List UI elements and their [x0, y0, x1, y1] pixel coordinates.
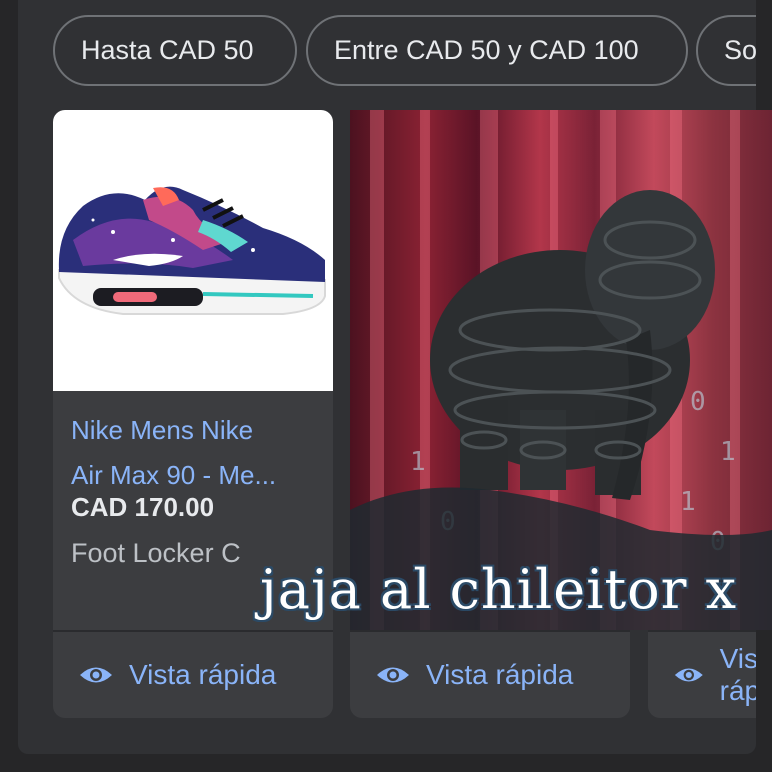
meme-overlay-image: 01 10 10: [350, 110, 772, 630]
svg-text:1: 1: [680, 487, 696, 517]
filter-chip-label: Entre CAD 50 y CAD 100: [334, 35, 639, 65]
quick-view-button[interactable]: Vista rápida: [53, 632, 333, 718]
filter-chip-under-50[interactable]: Hasta CAD 50: [53, 15, 297, 86]
product-title[interactable]: Nike Mens Nike Air Max 90 - Me...: [71, 408, 317, 498]
filter-chip-label: Hasta CAD 50: [81, 35, 254, 65]
quick-view-label: Vista rápida: [129, 659, 277, 690]
meme-caption: jaja al chileitor x: [260, 558, 738, 621]
product-card[interactable]: Nike Mens Nike Air Max 90 - Me... CAD 17…: [53, 110, 333, 718]
eye-icon: [80, 667, 112, 683]
product-title-line1: Nike Mens Nike: [71, 415, 254, 445]
svg-text:1: 1: [410, 447, 426, 477]
quick-view-button[interactable]: Vista rápida: [648, 632, 756, 718]
eye-icon: [377, 667, 409, 683]
svg-text:1: 1: [720, 437, 736, 467]
sneaker-image: [58, 186, 326, 315]
svg-text:0: 0: [690, 387, 706, 417]
quick-view-label: Vista rápida: [719, 643, 756, 706]
filter-chip-label: Sobre CAD 100: [724, 35, 756, 65]
tire-elephant-graphic: 01 10 10: [350, 190, 772, 630]
product-price: CAD 170.00: [71, 492, 215, 522]
product-image[interactable]: [53, 110, 333, 391]
filter-chip-50-100[interactable]: Entre CAD 50 y CAD 100: [306, 15, 688, 86]
quick-view-label: Vista rápida: [426, 659, 574, 690]
product-store: Foot Locker C: [71, 538, 241, 568]
quick-view-button[interactable]: Vista rápida: [350, 632, 630, 718]
filter-chip-over-100[interactable]: Sobre CAD 100: [696, 15, 756, 86]
eye-icon: [674, 668, 703, 682]
